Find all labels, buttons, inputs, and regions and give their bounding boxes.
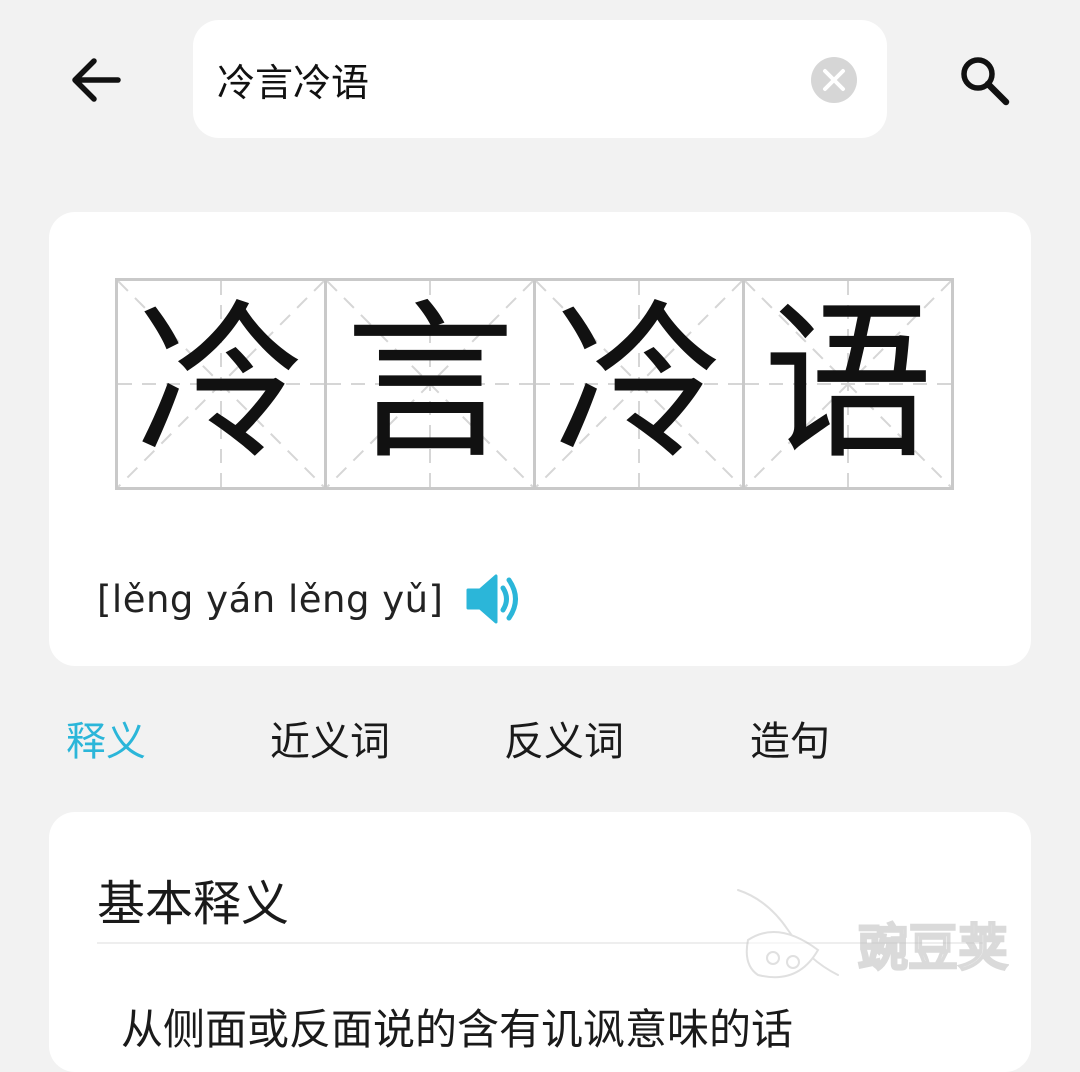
back-button[interactable] [62,50,130,110]
character-glyph: 言 [344,285,515,483]
character-cell: 冷 [115,278,327,490]
pinyin-text: [lěng yán lěng yǔ] [97,577,444,621]
tab-example-sentences[interactable]: 造句 [750,712,830,772]
character-glyph: 冷 [553,285,724,483]
divider [97,942,983,944]
pinyin-row: [lěng yán lěng yǔ] [97,567,525,631]
speaker-icon [466,574,519,624]
character-cell: 言 [324,278,536,490]
character-cell: 语 [742,278,954,490]
search-box[interactable] [193,20,887,138]
search-button[interactable] [950,48,1018,112]
tab-bar: 释义 近义词 反义词 造句 [0,712,1080,772]
word-card: 冷 言 冷 语 [lěng yán lěng yǔ] [49,212,1031,666]
tab-definition[interactable]: 释义 [66,712,146,772]
clear-search-button[interactable] [810,56,858,104]
definition-heading: 基本释义 [97,876,290,932]
tab-synonyms[interactable]: 近义词 [270,712,390,772]
character-grid: 冷 言 冷 语 [115,278,954,490]
arrow-left-icon [72,58,121,102]
play-pronunciation-button[interactable] [461,567,525,631]
character-glyph: 语 [762,285,933,483]
character-glyph: 冷 [135,285,306,483]
definition-card: 基本释义 从侧面或反面说的含有讥讽意味的话 [49,812,1031,1072]
character-cell: 冷 [533,278,745,490]
clear-circle-icon [811,57,857,103]
tab-antonyms[interactable]: 反义词 [504,712,624,772]
definition-text: 从侧面或反面说的含有讥讽意味的话 [121,1005,794,1054]
search-icon [961,57,1010,106]
search-input[interactable] [217,48,777,110]
